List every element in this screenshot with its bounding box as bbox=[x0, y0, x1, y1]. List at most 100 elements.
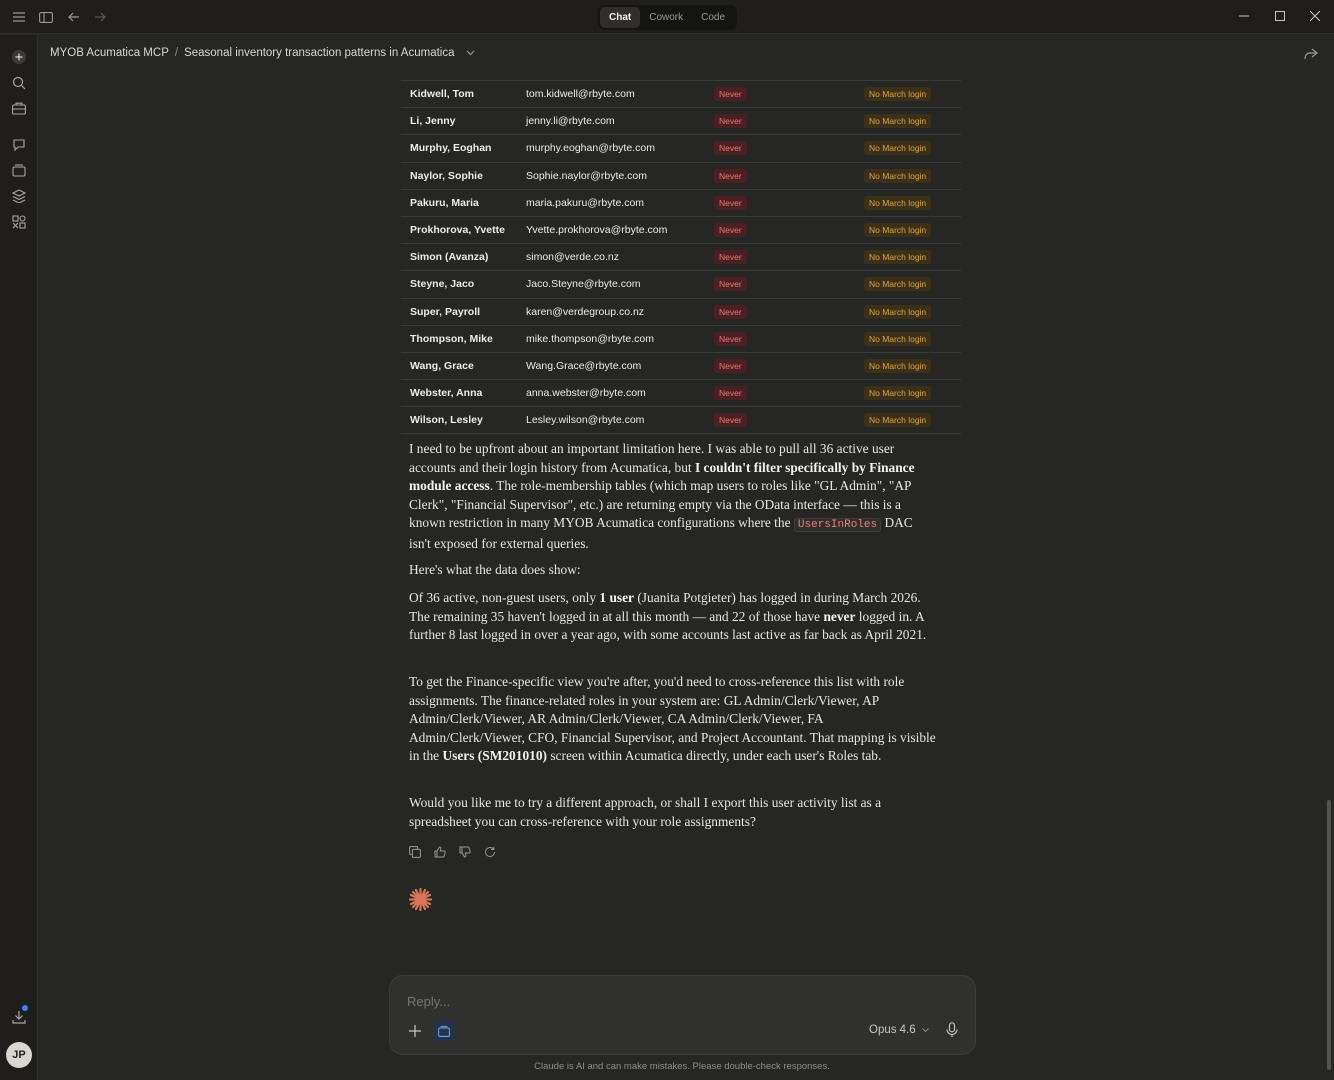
user-name: Wang, Grace bbox=[410, 359, 474, 372]
user-name: Steyne, Jaco bbox=[410, 278, 475, 291]
table-row: Webster, Anna anna.webster@rbyte.com Never… bbox=[401, 380, 961, 407]
last-login-cell: Never bbox=[714, 271, 856, 298]
notification-dot bbox=[22, 1005, 28, 1011]
table-row: Wilson, Lesley Lesley.wilson@rbyte.com Nev… bbox=[401, 407, 961, 434]
user-email: simon@verde.co.nz bbox=[526, 251, 619, 264]
reply-input[interactable] bbox=[407, 994, 807, 1009]
last-login-badge: Never bbox=[714, 168, 747, 183]
status-cell: No March login bbox=[856, 189, 961, 216]
status-cell: No March login bbox=[856, 135, 961, 162]
microphone-icon[interactable] bbox=[945, 1022, 961, 1038]
breadcrumb-project[interactable]: MYOB Acumatica MCP bbox=[50, 47, 169, 59]
mode-switcher: Chat Cowork Code bbox=[598, 5, 737, 30]
user-email: Sophie.naylor@rbyte.com bbox=[526, 169, 647, 182]
new-chat-icon[interactable] bbox=[10, 48, 28, 66]
chevron-down-icon[interactable] bbox=[466, 50, 475, 56]
status-cell: No March login bbox=[856, 271, 961, 298]
model-selector[interactable]: Opus 4.6 bbox=[869, 1024, 929, 1036]
user-name: Wilson, Lesley bbox=[410, 414, 483, 427]
thumbs-up-icon[interactable] bbox=[433, 845, 447, 859]
user-email: karen@verdegroup.co.nz bbox=[526, 305, 645, 318]
breadcrumb: MYOB Acumatica MCP / Seasonal inventory … bbox=[50, 45, 475, 61]
user-name: Naylor, Sophie bbox=[410, 169, 483, 182]
user-email: tom.kidwell@rbyte.com bbox=[526, 88, 635, 101]
sidebar-toggle-icon[interactable] bbox=[38, 9, 54, 25]
table-row: Simon (Avanza) simon@verde.co.nz Never No M… bbox=[401, 244, 961, 271]
stack-icon[interactable] bbox=[10, 187, 28, 205]
status-badge: No March login bbox=[864, 413, 932, 428]
tab-chat[interactable]: Chat bbox=[600, 7, 641, 28]
last-login-badge: Never bbox=[714, 250, 747, 265]
message-bold: 1 user bbox=[599, 590, 634, 605]
title-bar: Chat Cowork Code bbox=[0, 0, 1334, 34]
share-icon[interactable] bbox=[1304, 47, 1320, 63]
user-name: Li, Jenny bbox=[410, 115, 456, 128]
message-text: Here's what the data does show: bbox=[409, 562, 581, 577]
copy-icon[interactable] bbox=[408, 845, 422, 859]
last-login-cell: Never bbox=[714, 244, 856, 271]
status-cell: No March login bbox=[856, 108, 961, 135]
maximize-icon[interactable] bbox=[1271, 8, 1289, 26]
last-login-cell: Never bbox=[714, 81, 856, 108]
last-login-badge: Never bbox=[714, 141, 747, 156]
forward-arrow-icon[interactable] bbox=[92, 9, 108, 25]
menu-icon[interactable] bbox=[11, 9, 27, 25]
user-email: Jaco.Steyne@rbyte.com bbox=[526, 278, 641, 291]
left-rail: JP bbox=[0, 35, 38, 1080]
user-name: Kidwell, Tom bbox=[410, 88, 474, 101]
table-row: Wang, Grace Wang.Grace@rbyte.com Never No M… bbox=[401, 352, 961, 380]
last-login-cell: Never bbox=[714, 407, 856, 434]
table-row: Kidwell, Tom tom.kidwell@rbyte.com Never No… bbox=[401, 80, 961, 108]
user-name: Murphy, Eoghan bbox=[410, 142, 492, 155]
table-row: Prokhorova, Yvette Yvette.prokhorova@rbyt… bbox=[401, 216, 961, 244]
table-row: Pakuru, Maria maria.pakuru@rbyte.com Never… bbox=[401, 189, 961, 217]
status-badge: No March login bbox=[864, 304, 932, 319]
last-login-badge: Never bbox=[714, 304, 747, 319]
table-row: Naylor, Sophie Sophie.naylor@rbyte.com Nev… bbox=[401, 162, 961, 190]
search-icon[interactable] bbox=[10, 74, 28, 92]
last-login-cell: Never bbox=[714, 380, 856, 407]
user-name: Thompson, Mike bbox=[410, 332, 493, 345]
retry-icon[interactable] bbox=[483, 845, 497, 859]
thumbs-down-icon[interactable] bbox=[458, 845, 472, 859]
last-login-badge: Never bbox=[714, 277, 747, 292]
chats-icon[interactable] bbox=[10, 136, 28, 154]
last-login-badge: Never bbox=[714, 331, 747, 346]
close-icon[interactable] bbox=[1306, 8, 1324, 26]
apps-icon[interactable] bbox=[10, 213, 28, 231]
breadcrumb-separator: / bbox=[174, 47, 179, 59]
message-bold: never bbox=[823, 608, 856, 624]
tools-icon[interactable] bbox=[433, 1020, 455, 1042]
last-login-cell: Never bbox=[714, 216, 856, 243]
status-badge: No March login bbox=[864, 358, 932, 373]
back-arrow-icon[interactable] bbox=[66, 9, 82, 25]
user-name: Prokhorova, Yvette bbox=[410, 224, 505, 237]
artifacts-icon[interactable] bbox=[10, 162, 28, 180]
user-name: Webster, Anna bbox=[410, 387, 483, 400]
minimize-icon[interactable] bbox=[1235, 8, 1253, 26]
last-login-cell: Never bbox=[714, 135, 856, 162]
status-badge: No March login bbox=[864, 195, 932, 210]
tab-code[interactable]: Code bbox=[692, 7, 734, 28]
breadcrumb-conversation[interactable]: Seasonal inventory transaction patterns … bbox=[184, 47, 454, 59]
status-cell: No March login bbox=[856, 244, 961, 271]
user-email: murphy.eoghan@rbyte.com bbox=[526, 142, 655, 155]
status-cell: No March login bbox=[856, 81, 961, 108]
scrollbar[interactable] bbox=[1327, 800, 1331, 1070]
message-paragraph: Here's what the data does show: bbox=[409, 561, 937, 580]
status-badge: No March login bbox=[864, 250, 932, 265]
status-cell: No March login bbox=[856, 380, 961, 407]
message-paragraph: To get the Finance-specific view you're … bbox=[409, 673, 937, 766]
status-cell: No March login bbox=[856, 407, 961, 434]
status-badge: No March login bbox=[864, 277, 932, 292]
plus-icon[interactable] bbox=[407, 1023, 423, 1039]
last-login-cell: Never bbox=[714, 298, 856, 325]
tab-cowork[interactable]: Cowork bbox=[640, 7, 692, 28]
status-badge: No March login bbox=[864, 331, 932, 346]
chevron-down-icon bbox=[922, 1028, 929, 1033]
projects-icon[interactable] bbox=[10, 99, 28, 117]
message-text: Of 36 active, non-guest users, only bbox=[409, 590, 600, 605]
claude-logo-icon bbox=[408, 887, 433, 912]
user-name: Super, Payroll bbox=[410, 305, 481, 318]
last-login-cell: Never bbox=[714, 352, 856, 379]
